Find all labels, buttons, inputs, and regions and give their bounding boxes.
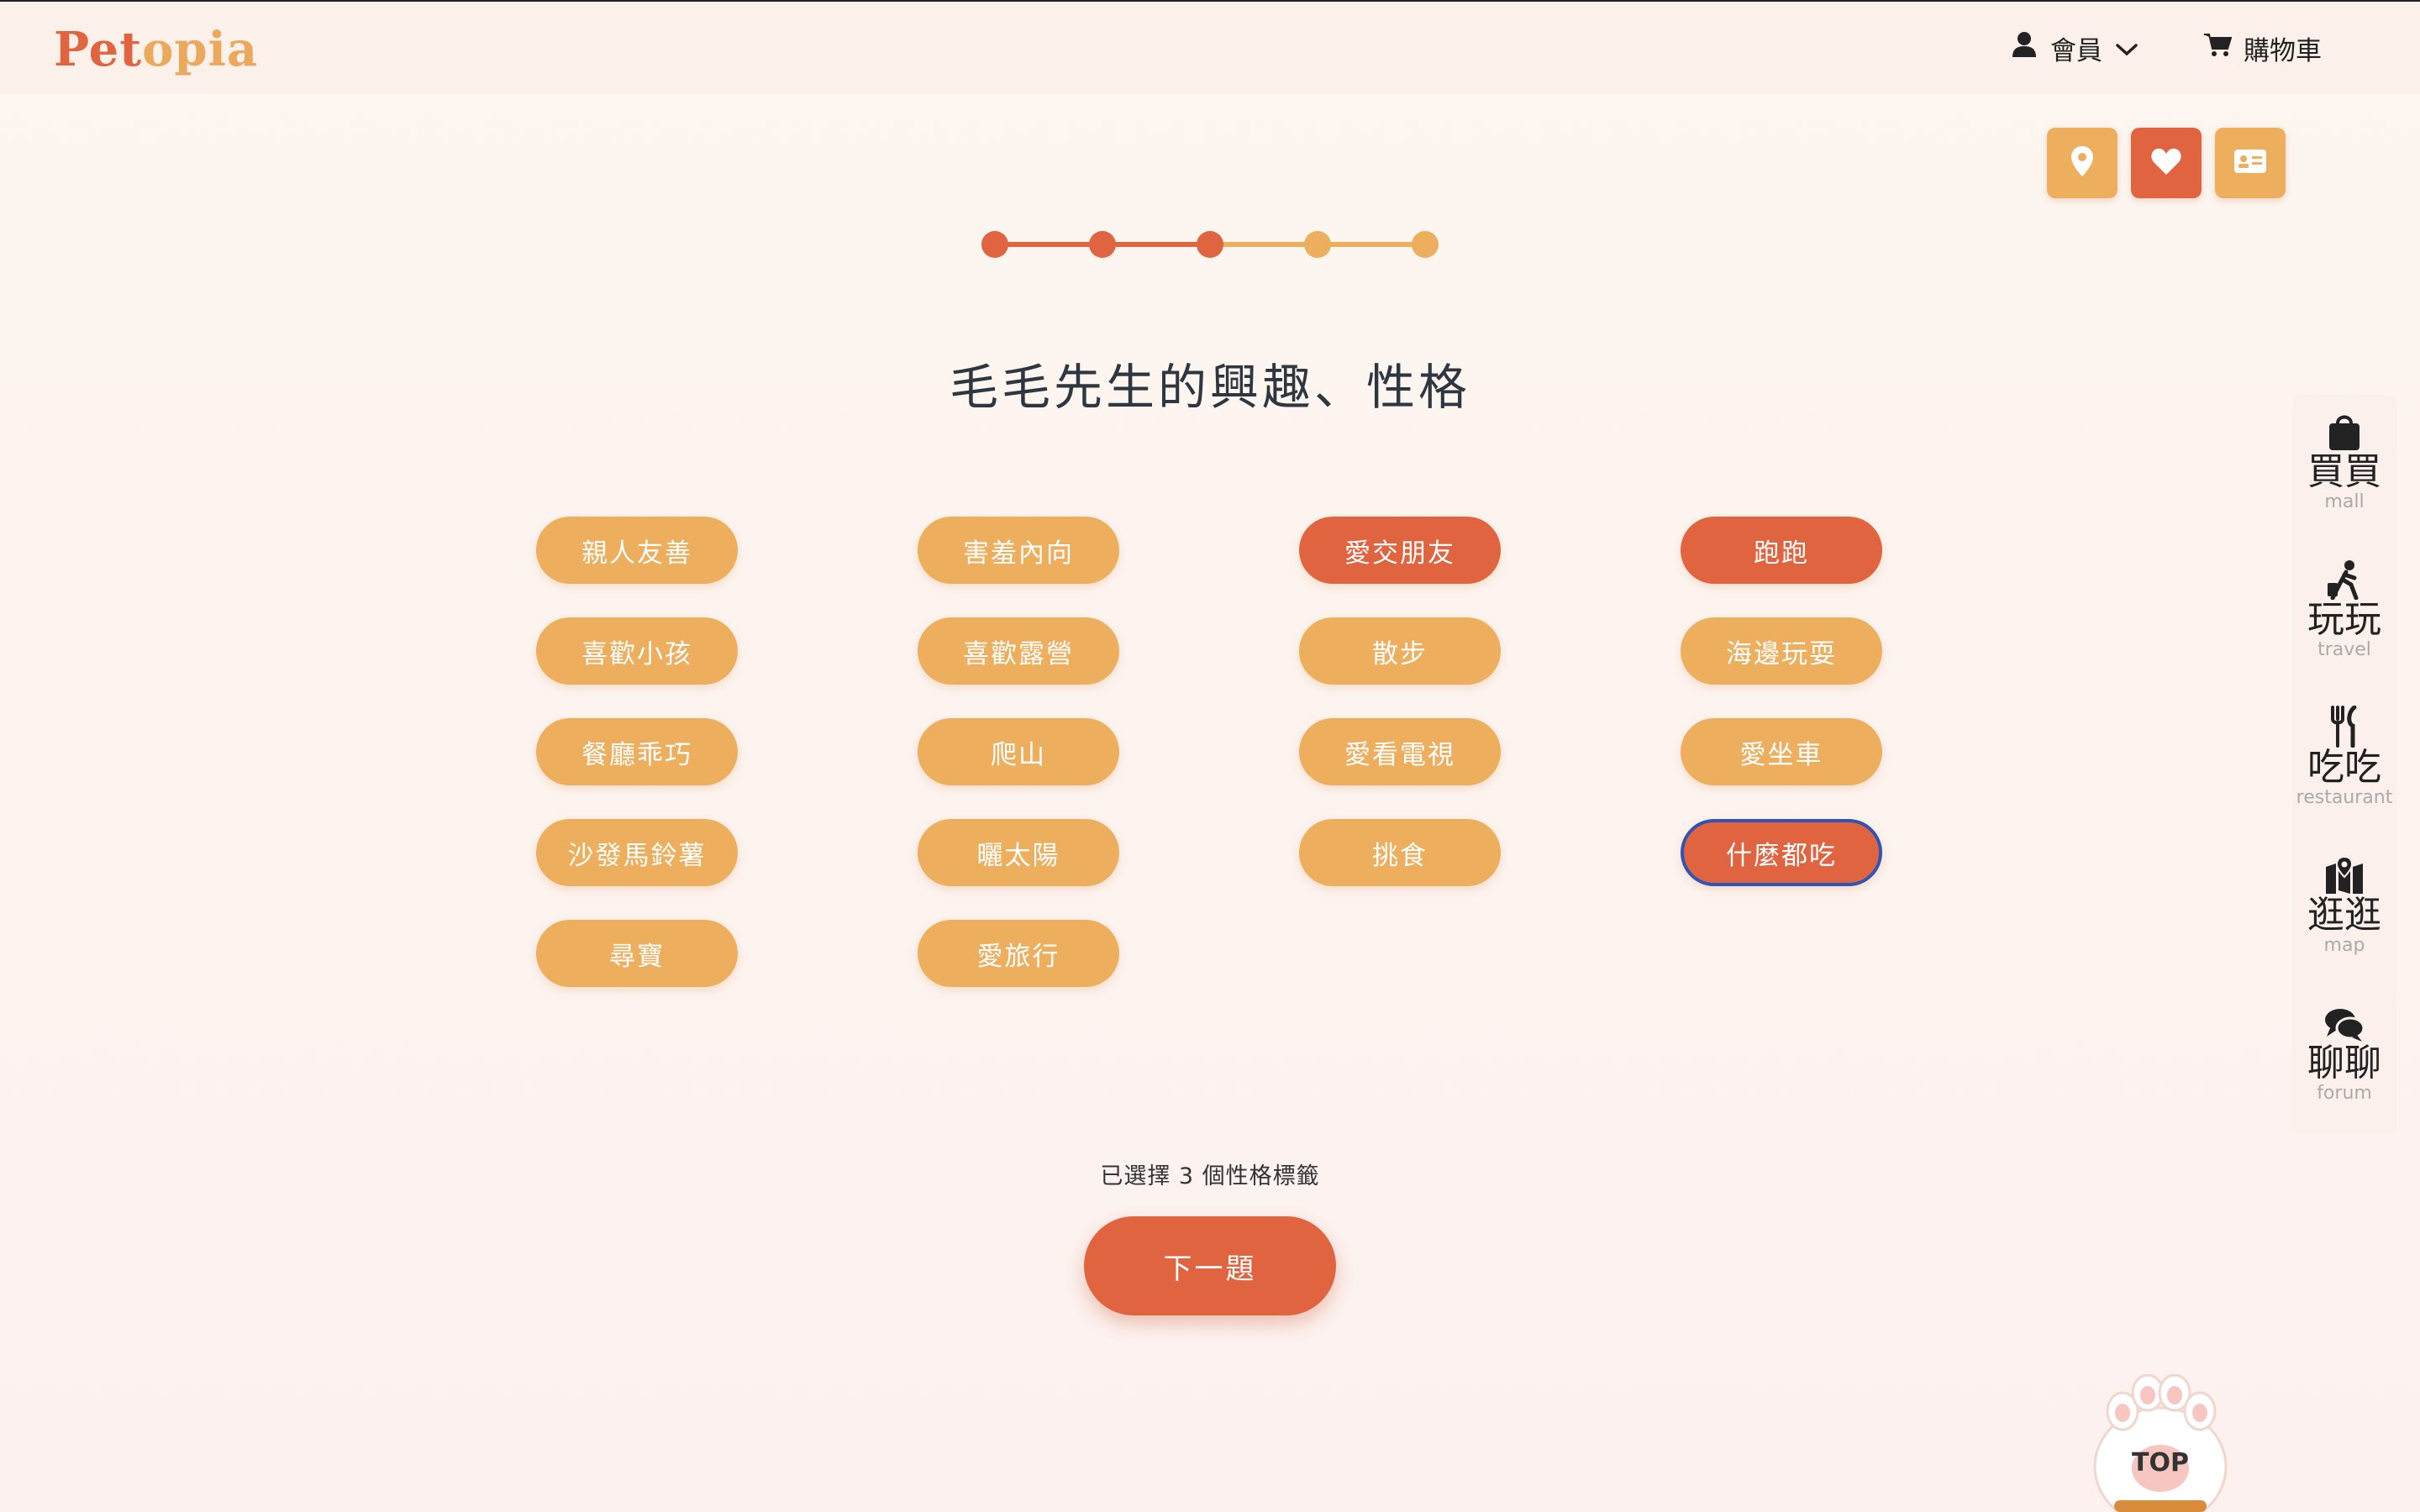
personality-tag[interactable]: 餐廳乖巧 (536, 718, 738, 785)
sidebar-item-sublabel: travel (2317, 639, 2371, 660)
logo-part-2: opia (142, 22, 259, 77)
back-to-top-button[interactable]: TOP (2089, 1373, 2232, 1512)
personality-tag[interactable]: 喜歡露營 (918, 617, 1119, 685)
side-navigation: 買買 mall 玩玩 travel 吃吃 restaurant 逛逛 map 聊聊 forum (2292, 395, 2396, 1134)
personality-tag[interactable]: 親人友善 (536, 517, 738, 584)
cart-label: 購物車 (2244, 35, 2322, 66)
utensils-icon (2292, 702, 2396, 748)
location-button[interactable] (2047, 128, 2118, 198)
personality-tag[interactable]: 爬山 (918, 718, 1119, 785)
logo-part-1: Pet (54, 22, 143, 77)
map-icon (2292, 850, 2396, 895)
petopia-logo[interactable]: Petopia (54, 22, 258, 77)
progress-step-dot (1197, 231, 1223, 258)
personality-tag[interactable]: 海邊玩耍 (1681, 617, 1882, 685)
personality-tag[interactable]: 尋寶 (536, 920, 738, 987)
sidebar-item-map[interactable]: 逛逛 map (2292, 850, 2396, 956)
sidebar-item-label: 玩玩 (2307, 598, 2381, 641)
traveler-icon (2292, 554, 2396, 600)
paw-icon (2093, 1373, 2228, 1512)
site-header: Petopia 會員 購物車 (0, 2, 2420, 94)
user-icon (2012, 31, 2037, 65)
personality-tag[interactable]: 愛看電視 (1299, 718, 1501, 785)
sidebar-item-label: 買買 (2307, 450, 2381, 493)
sidebar-item-mall[interactable]: 買買 mall (2292, 407, 2396, 512)
personality-tag[interactable]: 散步 (1299, 617, 1501, 685)
progress-step-dot (1304, 231, 1331, 258)
personality-tag[interactable]: 愛坐車 (1681, 718, 1882, 785)
sidebar-item-sublabel: restaurant (2296, 787, 2393, 808)
sidebar-item-sublabel: mall (2324, 491, 2365, 512)
personality-tag[interactable]: 害羞內向 (918, 517, 1119, 584)
profile-card-button[interactable] (2215, 128, 2286, 198)
chevron-down-icon (2116, 33, 2138, 63)
cart-link[interactable]: 購物車 (2203, 27, 2322, 69)
back-to-top-label: TOP (2132, 1448, 2189, 1478)
personality-tag[interactable]: 喜歡小孩 (536, 617, 738, 685)
step-progress (981, 231, 1439, 258)
question-title: 毛毛先生的興趣、性格 (949, 359, 1470, 416)
personality-tag[interactable]: 愛旅行 (918, 920, 1119, 987)
progress-segment (1102, 242, 1210, 247)
chat-icon (2292, 998, 2396, 1043)
sidebar-item-travel[interactable]: 玩玩 travel (2292, 554, 2396, 660)
personality-tag[interactable]: 沙發馬鈴薯 (536, 819, 738, 886)
id-card-icon (2233, 149, 2267, 177)
member-menu[interactable]: 會員 (2012, 27, 2138, 69)
sidebar-item-restaurant[interactable]: 吃吃 restaurant (2292, 702, 2396, 808)
sidebar-item-label: 吃吃 (2307, 746, 2381, 789)
progress-segment (1318, 242, 1425, 247)
sidebar-item-forum[interactable]: 聊聊 forum (2292, 998, 2396, 1104)
personality-tag[interactable]: 愛交朋友 (1299, 517, 1501, 584)
heart-icon (2150, 147, 2182, 179)
sidebar-item-sublabel: forum (2317, 1083, 2372, 1104)
location-pin-icon (2070, 145, 2094, 181)
shopping-bag-icon (2292, 407, 2396, 452)
selection-count: 已選擇 3 個性格標籤 (1100, 1163, 1320, 1189)
member-label: 會員 (2050, 35, 2102, 66)
sidebar-item-label: 逛逛 (2307, 894, 2381, 937)
personality-tag[interactable]: 跑跑 (1681, 517, 1882, 584)
progress-step-dot (1412, 231, 1439, 258)
cart-icon (2203, 32, 2233, 64)
sidebar-item-label: 聊聊 (2307, 1042, 2381, 1084)
progress-segment (995, 242, 1102, 247)
favorite-button[interactable] (2131, 128, 2202, 198)
progress-step-dot (981, 231, 1008, 258)
sidebar-item-sublabel: map (2323, 935, 2365, 956)
progress-step-dot (1089, 231, 1116, 258)
next-question-button[interactable]: 下一題 (1084, 1216, 1336, 1315)
personality-tag[interactable]: 什麼都吃 (1681, 819, 1882, 886)
progress-segment (1210, 242, 1318, 247)
personality-tag[interactable]: 曬太陽 (918, 819, 1119, 886)
personality-tag[interactable]: 挑食 (1299, 819, 1501, 886)
